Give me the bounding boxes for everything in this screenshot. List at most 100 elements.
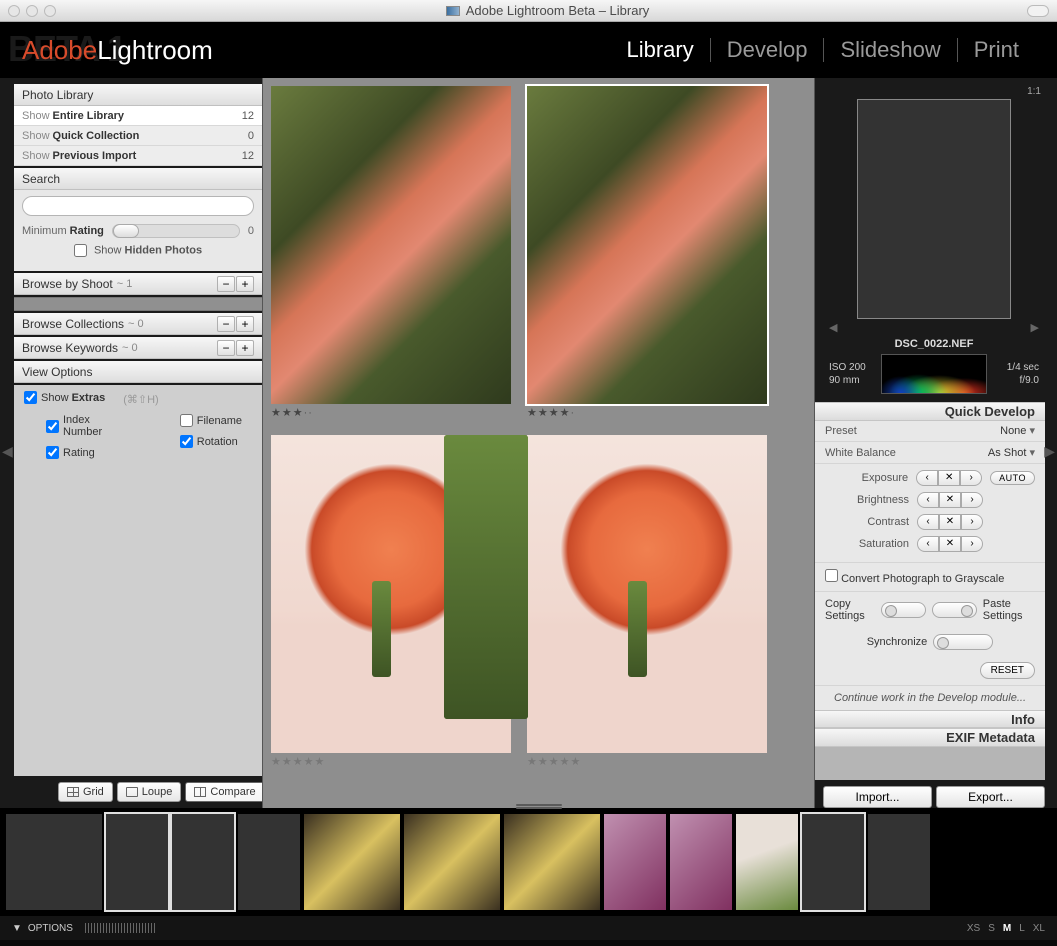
size-l[interactable]: L: [1019, 923, 1025, 934]
image-grid[interactable]: ★★★·· ★★★★· ★★★★★ ★★★★★: [262, 78, 815, 808]
reset-value-button[interactable]: ✕: [938, 470, 960, 486]
increase-button[interactable]: ›: [961, 492, 983, 508]
zoom-icon[interactable]: [44, 5, 56, 17]
filmstrip-thumbnail[interactable]: [404, 814, 500, 910]
reset-button[interactable]: RESET: [980, 662, 1035, 679]
exif-header[interactable]: EXIF Metadata: [815, 728, 1045, 747]
info-header[interactable]: Info: [815, 710, 1045, 729]
preview-prev-icon[interactable]: ◀: [829, 321, 837, 334]
grid-view-button[interactable]: Grid: [58, 782, 113, 802]
browse-keywords-header[interactable]: Browse Keywords ~ 0 −+: [14, 337, 262, 359]
preview-next-icon[interactable]: ▶: [1031, 321, 1039, 334]
wb-value[interactable]: As Shot: [988, 446, 1035, 459]
filmstrip-thumbnail[interactable]: [802, 814, 864, 910]
keywords-minus-button[interactable]: −: [217, 340, 235, 356]
library-row[interactable]: Show Entire Library12: [14, 106, 262, 126]
grayscale-checkbox[interactable]: [825, 569, 838, 582]
option-rotation[interactable]: Rotation: [180, 435, 242, 448]
filmstrip[interactable]: [0, 808, 1057, 916]
minimize-icon[interactable]: [26, 5, 38, 17]
white-balance-row[interactable]: White Balance As Shot: [815, 442, 1045, 464]
options-disclosure-icon[interactable]: ▼: [12, 923, 22, 934]
size-xs[interactable]: XS: [967, 923, 980, 934]
grayscale-row[interactable]: Convert Photograph to Grayscale: [815, 562, 1045, 592]
tab-develop[interactable]: Develop: [711, 37, 824, 63]
grid-thumbnail[interactable]: [271, 86, 511, 404]
copy-settings-button[interactable]: [881, 602, 926, 618]
view-options-header[interactable]: View Options: [14, 361, 262, 383]
histogram[interactable]: [881, 354, 987, 394]
min-rating-slider[interactable]: [112, 224, 240, 238]
browse-shoot-minus-button[interactable]: −: [217, 276, 235, 292]
zoom-ratio[interactable]: 1:1: [1027, 86, 1041, 97]
decrease-button[interactable]: ‹: [916, 470, 938, 486]
size-s[interactable]: S: [988, 923, 995, 934]
filmstrip-thumbnail[interactable]: [6, 814, 102, 910]
browse-collections-header[interactable]: Browse Collections ~ 0 −+: [14, 313, 262, 335]
show-extras-option[interactable]: Show Extras: [24, 391, 105, 404]
loupe-view-button[interactable]: Loupe: [117, 782, 182, 802]
collections-plus-button[interactable]: +: [236, 316, 254, 332]
option-filename[interactable]: Filename: [180, 414, 242, 427]
paste-settings-button[interactable]: [932, 602, 977, 618]
grid-cell[interactable]: ★★★★★: [527, 435, 767, 768]
import-button[interactable]: Import...: [823, 786, 932, 808]
close-icon[interactable]: [8, 5, 20, 17]
increase-button[interactable]: ›: [961, 536, 983, 552]
decrease-button[interactable]: ‹: [917, 536, 939, 552]
library-row[interactable]: Show Quick Collection0: [14, 126, 262, 146]
synchronize-button[interactable]: [933, 634, 993, 650]
search-header[interactable]: Search: [14, 168, 262, 190]
tab-print[interactable]: Print: [958, 37, 1035, 63]
filmstrip-thumbnail[interactable]: [304, 814, 400, 910]
reset-value-button[interactable]: ✕: [939, 536, 961, 552]
filmstrip-thumbnail[interactable]: [868, 814, 930, 910]
filmstrip-thumbnail[interactable]: [172, 814, 234, 910]
library-row[interactable]: Show Previous Import12: [14, 146, 262, 166]
brightness-stepper[interactable]: ‹✕›: [917, 492, 983, 508]
size-xl[interactable]: XL: [1033, 923, 1045, 934]
filmstrip-thumbnail[interactable]: [238, 814, 300, 910]
decrease-button[interactable]: ‹: [917, 492, 939, 508]
decrease-button[interactable]: ‹: [917, 514, 939, 530]
grid-thumbnail[interactable]: [527, 86, 767, 404]
filmstrip-thumbnail[interactable]: [604, 814, 666, 910]
option-rating[interactable]: Rating: [46, 446, 120, 459]
options-slider[interactable]: [85, 923, 155, 933]
reset-value-button[interactable]: ✕: [939, 514, 961, 530]
rating-stars[interactable]: ★★★★·: [527, 406, 767, 419]
exposure-stepper[interactable]: ‹✕›: [916, 470, 982, 486]
window-controls[interactable]: [8, 5, 56, 17]
show-hidden-checkbox[interactable]: [74, 244, 87, 257]
search-input[interactable]: [22, 196, 254, 216]
panel-collapse-left-icon[interactable]: ◀: [2, 443, 13, 460]
rating-stars[interactable]: ★★★··: [271, 406, 511, 419]
filmstrip-thumbnail[interactable]: [504, 814, 600, 910]
browse-shoot-plus-button[interactable]: +: [236, 276, 254, 292]
rating-stars[interactable]: ★★★★★: [527, 755, 767, 768]
filmstrip-thumbnail[interactable]: [106, 814, 168, 910]
option-index-number[interactable]: Index Number: [46, 414, 120, 438]
preset-row[interactable]: Preset None: [815, 421, 1045, 443]
tab-slideshow[interactable]: Slideshow: [824, 37, 956, 63]
filmstrip-drag-handle-icon[interactable]: [516, 804, 562, 810]
increase-button[interactable]: ›: [961, 514, 983, 530]
auto-button[interactable]: AUTO: [990, 471, 1035, 485]
browse-shoot-header[interactable]: Browse by Shoot ~ 1 −+: [14, 273, 262, 295]
reset-value-button[interactable]: ✕: [939, 492, 961, 508]
grid-cell[interactable]: ★★★★·: [527, 86, 767, 419]
quick-develop-header[interactable]: Quick Develop: [815, 402, 1045, 421]
options-label[interactable]: OPTIONS: [28, 923, 73, 934]
tab-library[interactable]: Library: [611, 37, 710, 63]
photo-library-header[interactable]: Photo Library: [14, 84, 262, 106]
increase-button[interactable]: ›: [960, 470, 982, 486]
preview-image[interactable]: [857, 99, 1011, 319]
keywords-plus-button[interactable]: +: [236, 340, 254, 356]
grid-thumbnail[interactable]: [527, 435, 767, 753]
filmstrip-thumbnail[interactable]: [670, 814, 732, 910]
panel-collapse-right-icon[interactable]: ▶: [1044, 443, 1055, 460]
rating-stars[interactable]: ★★★★★: [271, 755, 511, 768]
contrast-stepper[interactable]: ‹✕›: [917, 514, 983, 530]
compare-view-button[interactable]: Compare: [185, 782, 264, 802]
continue-develop-link[interactable]: Continue work in the Develop module...: [815, 685, 1045, 710]
